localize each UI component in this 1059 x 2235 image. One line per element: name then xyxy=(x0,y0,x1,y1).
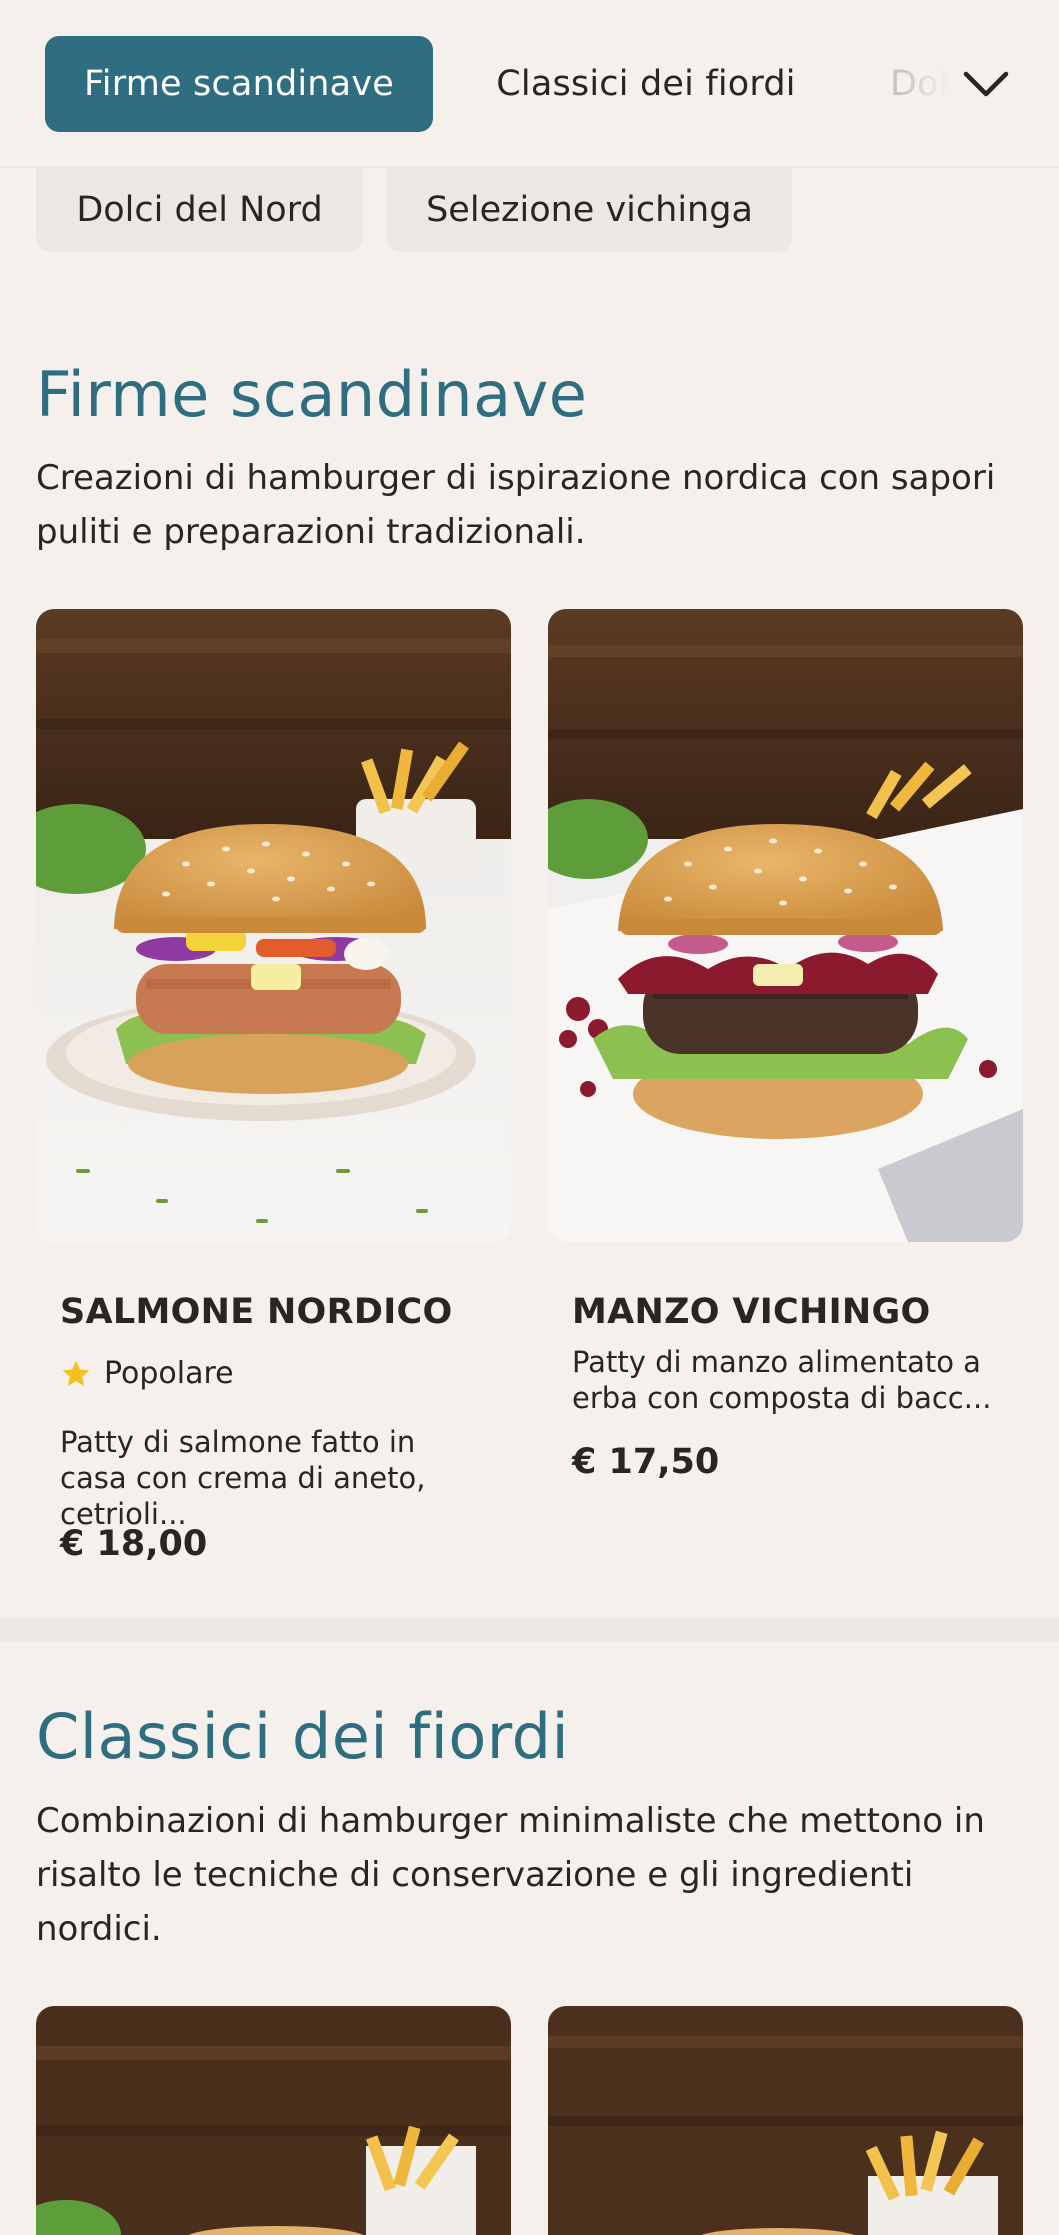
section-description: Combinazioni di hamburger minimaliste ch… xyxy=(36,1801,985,1949)
product-price: € 17,50 xyxy=(572,1442,720,1482)
product-price: € 18,00 xyxy=(60,1524,208,1564)
section-title: Classici dei fiordi xyxy=(36,1700,570,1773)
product-image[interactable] xyxy=(36,2006,511,2235)
tab-classici-dei-fiordi[interactable]: Classici dei fiordi xyxy=(474,36,818,132)
chevron-down-icon xyxy=(963,71,1009,97)
section-title: Firme scandinave xyxy=(36,358,588,431)
category-bar: Firme scandinave Classici dei fiordi Dol… xyxy=(0,0,1059,168)
section-description: Creazioni di hamburger di ispirazione no… xyxy=(36,458,996,552)
badge-label: Popolare xyxy=(104,1356,234,1391)
product-image[interactable] xyxy=(548,2006,1023,2235)
expand-categories-button[interactable] xyxy=(950,52,1022,116)
section-divider xyxy=(0,1618,1059,1642)
popular-badge: Popolare xyxy=(60,1356,234,1391)
product-image-salmone-nordico[interactable] xyxy=(36,609,511,1242)
product-name[interactable]: SALMONE NORDICO xyxy=(60,1292,453,1332)
product-description: Patty di salmone fatto in casa con crema… xyxy=(60,1425,426,1531)
tab-firme-scandinave[interactable]: Firme scandinave xyxy=(45,36,433,132)
category-pill-dolci-del-nord[interactable]: Dolci del Nord xyxy=(36,168,363,252)
product-name[interactable]: MANZO VICHINGO xyxy=(572,1292,931,1332)
product-description: Patty di manzo alimentato a erba con com… xyxy=(572,1345,992,1415)
category-pill-selezione-vichinga[interactable]: Selezione vichinga xyxy=(387,168,792,252)
product-image-manzo-vichingo[interactable] xyxy=(548,609,1023,1242)
star-icon xyxy=(62,1360,90,1386)
